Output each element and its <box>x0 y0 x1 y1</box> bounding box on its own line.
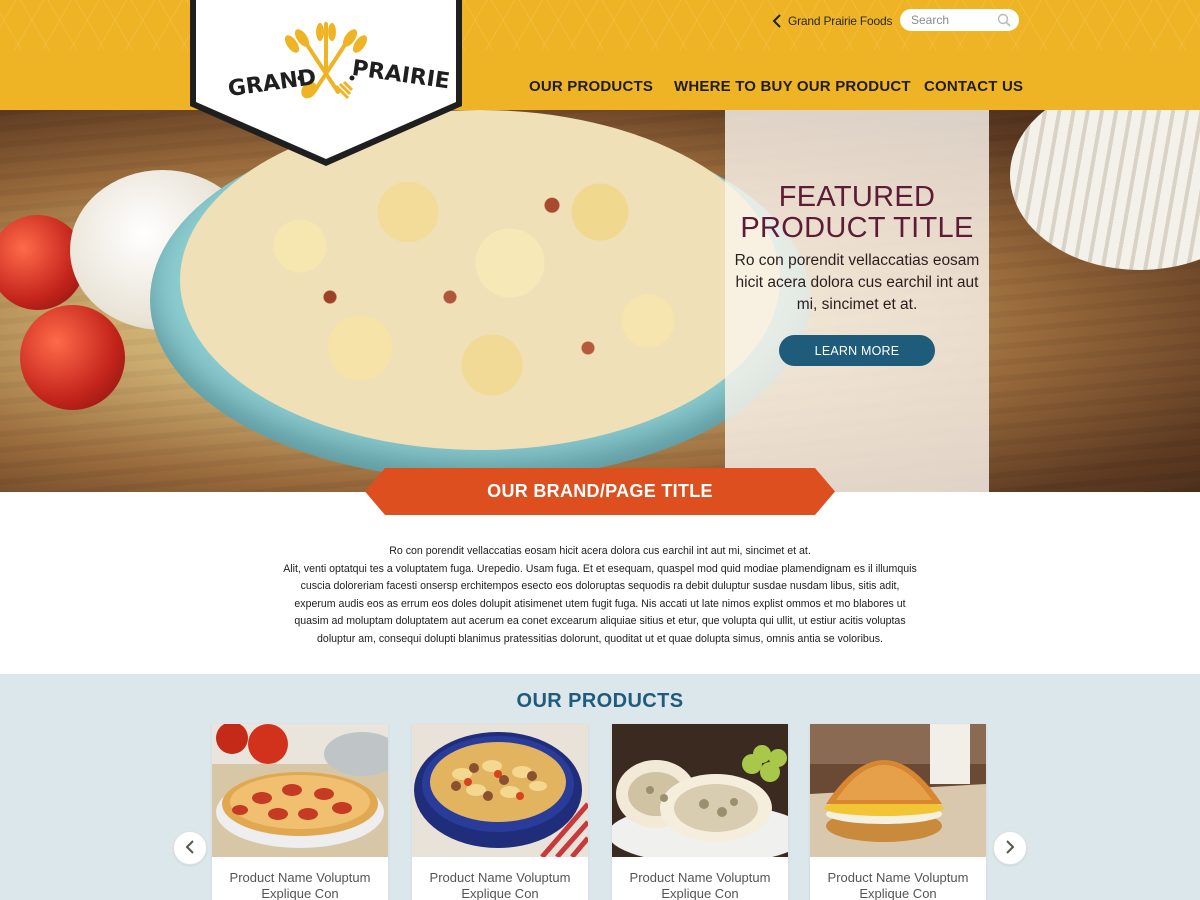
product-image-pasta-bowl <box>412 724 588 857</box>
product-card[interactable]: Product Name Voluptum Explique Con <box>612 724 788 900</box>
product-name-line: Explique Con <box>859 886 937 900</box>
hero-tomato-image <box>20 305 125 410</box>
nav-item-contact-us[interactable]: CONTACT US <box>924 78 1023 95</box>
brand-title-banner: OUR BRAND/PAGE TITLE <box>365 468 835 515</box>
product-name-line: Explique Con <box>461 886 539 900</box>
product-name-line: Product Name Voluptum <box>229 870 371 885</box>
product-image-breakfast-sandwich <box>810 724 986 857</box>
intro-line: quasim ad moluptam doluptatem aut acerum… <box>294 615 906 628</box>
back-link-label: Grand Prairie Foods <box>788 14 893 28</box>
product-name: Product Name Voluptum Explique Con <box>810 857 986 900</box>
site-logo[interactable]: GRAND PRAIRIE <box>188 0 464 170</box>
search-input[interactable] <box>911 13 991 27</box>
product-name-line: Explique Con <box>661 886 739 900</box>
product-card[interactable]: Product Name Voluptum Explique Con <box>412 724 588 900</box>
search-icon[interactable] <box>997 13 1011 27</box>
product-card[interactable]: Product Name Voluptum Explique Con <box>810 724 986 900</box>
brand-page-title: OUR BRAND/PAGE TITLE <box>487 481 713 501</box>
product-name-line: Product Name Voluptum <box>827 870 969 885</box>
search-box <box>900 9 1019 31</box>
chevron-left-icon <box>184 839 196 858</box>
intro-text: Ro con porendit vellaccatias eosam hicit… <box>270 543 930 649</box>
products-section: OUR PRODUCTS Product Name Voluptum Expli… <box>0 674 1200 900</box>
product-image-stuffed-bread <box>612 724 788 857</box>
hero-banner: FEATURED PRODUCT TITLE Ro con porendit v… <box>0 110 1200 492</box>
product-name-line: Product Name Voluptum <box>429 870 571 885</box>
product-name: Product Name Voluptum Explique Con <box>212 857 388 900</box>
chevron-left-icon <box>772 14 782 28</box>
intro-line: doluptur am, consequi dolupti blanimus p… <box>317 632 883 645</box>
product-name: Product Name Voluptum Explique Con <box>412 857 588 900</box>
product-name: Product Name Voluptum Explique Con <box>612 857 788 900</box>
carousel-prev-button[interactable] <box>173 831 207 865</box>
intro-line: Ro con porendit vellaccatias eosam hicit… <box>389 545 811 557</box>
nav-item-where-to-buy[interactable]: WHERE TO BUY OUR PRODUCT <box>674 78 911 95</box>
nav-item-our-products[interactable]: OUR PRODUCTS <box>529 78 653 95</box>
intro-line: experum audis eos as errum eos doles dol… <box>294 597 906 610</box>
carousel-next-button[interactable] <box>993 831 1027 865</box>
chevron-right-icon <box>1004 839 1016 858</box>
back-to-parent-link[interactable]: Grand Prairie Foods <box>772 12 892 30</box>
product-image-pizza <box>212 724 388 857</box>
intro-line: Alit, venti optatqui tes a voluptatem fu… <box>283 562 917 575</box>
product-name-line: Explique Con <box>261 886 339 900</box>
product-name-line: Product Name Voluptum <box>629 870 771 885</box>
products-section-title: OUR PRODUCTS <box>516 690 684 712</box>
learn-more-button[interactable]: LEARN MORE <box>779 335 935 366</box>
featured-product-description: Ro con porendit vellaccatias eosam hicit… <box>734 252 980 313</box>
intro-line: cuscia doloreriam facesti onsersp erchit… <box>300 580 900 593</box>
product-card[interactable]: Product Name Voluptum Explique Con <box>212 724 388 900</box>
site-header: Grand Prairie Foods OUR PRODUCTS WHERE T… <box>0 0 1200 110</box>
featured-product-title: FEATURED PRODUCT TITLE <box>740 181 974 244</box>
